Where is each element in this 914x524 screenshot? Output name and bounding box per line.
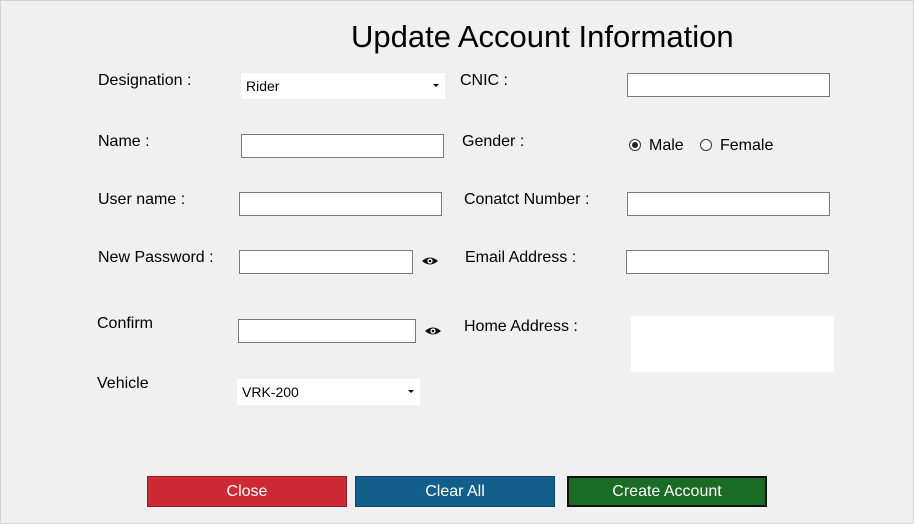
email-label: Email Address : <box>465 249 577 266</box>
name-label: Name : <box>98 133 150 150</box>
gender-female-label[interactable]: Female <box>720 137 773 155</box>
vehicle-dropdown[interactable]: VRK-200 <box>237 379 420 405</box>
chevron-down-icon <box>433 84 439 87</box>
designation-label: Designation : <box>98 72 192 89</box>
create-account-button[interactable]: Create Account <box>567 476 767 507</box>
page-title: Update Account Information <box>351 19 734 54</box>
username-label: User name : <box>98 191 186 208</box>
new-password-input[interactable] <box>239 250 413 274</box>
home-address-label: Home Address : <box>464 318 578 335</box>
cnic-input[interactable] <box>627 73 830 97</box>
cnic-label: CNIC : <box>460 72 508 89</box>
eye-icon[interactable] <box>421 255 439 267</box>
new-password-label: New Password : <box>98 249 214 266</box>
name-input[interactable] <box>241 134 444 158</box>
vehicle-label: Vehicle <box>97 375 149 392</box>
gender-female-radio[interactable] <box>700 139 712 151</box>
clear-all-button[interactable]: Clear All <box>355 476 555 507</box>
contact-number-label: Conatct Number : <box>464 191 590 208</box>
designation-dropdown[interactable]: Rider <box>241 73 445 99</box>
gender-male-radio[interactable] <box>629 139 641 151</box>
username-input[interactable] <box>239 192 442 216</box>
contact-number-input[interactable] <box>627 192 830 216</box>
close-button[interactable]: Close <box>147 476 347 507</box>
gender-male-label[interactable]: Male <box>649 137 684 155</box>
email-input[interactable] <box>626 250 829 274</box>
chevron-down-icon <box>408 390 414 393</box>
update-account-form: Update Account Information Designation :… <box>0 0 914 524</box>
gender-label: Gender : <box>462 133 525 150</box>
eye-icon[interactable] <box>424 325 442 337</box>
confirm-password-input[interactable] <box>238 319 416 343</box>
designation-value: Rider <box>246 78 280 94</box>
confirm-label: Confirm <box>97 315 154 332</box>
vehicle-value: VRK-200 <box>242 384 299 400</box>
home-address-input[interactable] <box>631 316 834 372</box>
